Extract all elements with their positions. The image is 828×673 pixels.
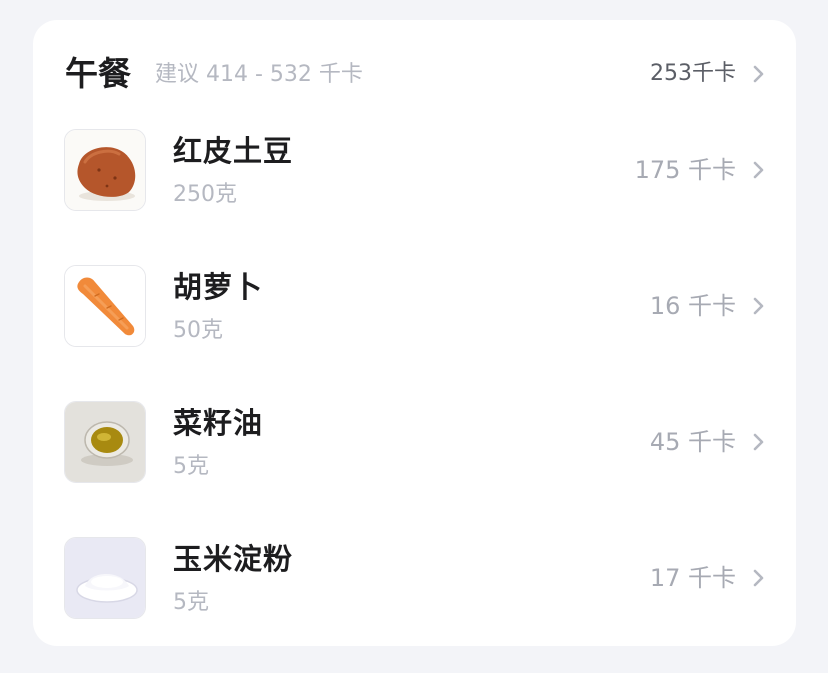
carrot-icon <box>64 265 146 347</box>
food-kcal-group[interactable]: 17 千卡 <box>650 563 766 593</box>
food-kcal: 16 千卡 <box>649 292 736 320</box>
chevron-right-icon <box>753 65 764 83</box>
meal-card: 午餐 建议 414 - 532 千卡 253千卡 红皮土豆 250克 175 千… <box>33 20 796 646</box>
chevron-right-icon <box>753 433 764 451</box>
meal-title: 午餐 <box>65 54 131 93</box>
food-kcal: 45 千卡 <box>649 428 736 456</box>
food-kcal-group[interactable]: 16 千卡 <box>650 291 766 321</box>
meal-header: 午餐 建议 414 - 532 千卡 253千卡 <box>33 20 796 128</box>
meal-suggestion: 建议 414 - 532 千卡 <box>155 62 363 87</box>
food-kcal-group[interactable]: 45 千卡 <box>650 427 766 457</box>
food-weight: 5克 <box>173 590 209 615</box>
chevron-right-icon <box>753 297 764 315</box>
starch-icon <box>64 537 146 619</box>
food-item[interactable]: 胡萝卜 50克 16 千卡 <box>33 265 796 401</box>
food-kcal: 17 千卡 <box>649 564 736 592</box>
food-name: 菜籽油 <box>173 406 264 440</box>
food-name: 玉米淀粉 <box>173 542 294 576</box>
food-weight: 5克 <box>173 454 209 479</box>
oil-bowl-icon <box>64 401 146 483</box>
food-item[interactable]: 菜籽油 5克 45 千卡 <box>33 401 796 537</box>
food-kcal-group[interactable]: 175 千卡 <box>635 155 766 185</box>
food-weight: 250克 <box>173 182 237 207</box>
chevron-right-icon <box>753 161 764 179</box>
meal-total-button[interactable]: 253千卡 <box>650 58 766 90</box>
food-name: 红皮土豆 <box>173 134 294 168</box>
food-name: 胡萝卜 <box>173 270 264 304</box>
food-kcal: 175 千卡 <box>634 156 736 184</box>
chevron-right-icon <box>753 569 764 587</box>
food-weight: 50克 <box>173 318 223 343</box>
food-item[interactable]: 红皮土豆 250克 175 千卡 <box>33 129 796 265</box>
food-item[interactable]: 玉米淀粉 5克 17 千卡 <box>33 537 796 673</box>
potato-icon <box>64 129 146 211</box>
meal-total-kcal: 253千卡 <box>650 61 736 86</box>
